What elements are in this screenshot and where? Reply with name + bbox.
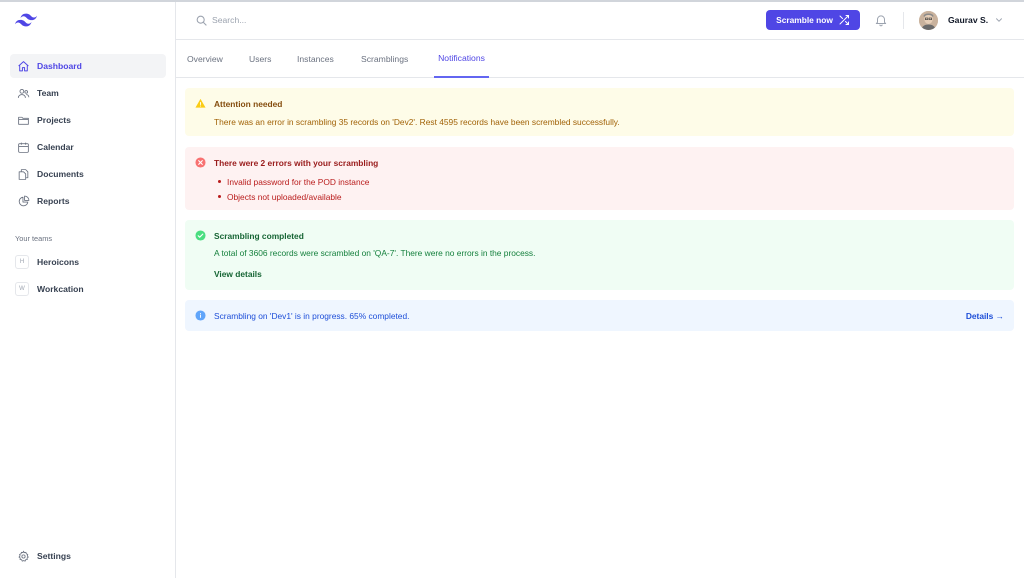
- info-alert-text: Scrambling on 'Dev1' is in progress. 65%…: [214, 311, 410, 321]
- sidebar-item-documents[interactable]: Documents: [10, 162, 166, 186]
- gear-icon: [16, 549, 30, 563]
- sidebar-item-label: Documents: [37, 169, 84, 179]
- header-divider: [903, 12, 904, 29]
- x-circle-icon: [195, 157, 206, 168]
- success-alert-title: Scrambling completed: [214, 231, 304, 241]
- scramble-now-button[interactable]: Scramble now: [766, 10, 860, 30]
- sidebar-item-reports[interactable]: Reports: [10, 189, 166, 213]
- avatar[interactable]: [919, 11, 938, 30]
- sidebar-item-label: Projects: [37, 115, 71, 125]
- teams-list: H Heroicons W Workcation: [10, 250, 166, 304]
- success-alert: Scrambling completed A total of 3606 rec…: [185, 220, 1014, 290]
- scramble-now-label: Scramble now: [776, 15, 833, 25]
- tab-scramblings[interactable]: Scramblings: [361, 40, 408, 78]
- sidebar-item-calendar[interactable]: Calendar: [10, 135, 166, 159]
- error-item-text: Invalid password for the POD instance: [227, 176, 370, 187]
- tailwind-logo[interactable]: [15, 11, 37, 29]
- teams-heading: Your teams: [15, 234, 53, 243]
- sidebar-item-dashboard[interactable]: Dashboard: [10, 54, 166, 78]
- tab-overview[interactable]: Overview: [187, 40, 223, 78]
- error-list: Invalid password for the POD instance Ob…: [214, 174, 369, 204]
- search-input[interactable]: [212, 11, 512, 29]
- team-label: Heroicons: [37, 257, 80, 267]
- tab-users[interactable]: Users: [249, 40, 271, 78]
- warning-icon: [195, 98, 206, 108]
- warning-alert-text: There was an error in scrambling 35 reco…: [214, 117, 620, 127]
- team-initial-badge: H: [15, 255, 29, 269]
- sidebar-item-label: Team: [37, 88, 59, 98]
- team-item-heroicons[interactable]: H Heroicons: [10, 250, 166, 274]
- sidebar-item-team[interactable]: Team: [10, 81, 166, 105]
- view-details-link[interactable]: View details: [214, 269, 262, 279]
- success-alert-text: A total of 3606 records were scrambled o…: [214, 248, 536, 258]
- chart-pie-icon: [16, 194, 30, 208]
- sidebar-item-projects[interactable]: Projects: [10, 108, 166, 132]
- user-name[interactable]: Gaurav S.: [948, 15, 988, 25]
- bullet-icon: [218, 195, 221, 198]
- bell-icon[interactable]: [874, 13, 888, 27]
- tab-bar: Overview Users Instances Scramblings Not…: [176, 40, 1024, 78]
- info-alert: Scrambling on 'Dev1' is in progress. 65%…: [185, 300, 1014, 331]
- sidebar-item-label: Dashboard: [37, 61, 82, 71]
- search-icon: [196, 15, 207, 26]
- error-alert-title: There were 2 errors with your scrambling: [214, 158, 379, 168]
- sidebar: Dashboard Team Projects Calendar Documen…: [0, 2, 176, 578]
- calendar-icon: [16, 140, 30, 154]
- error-item-text: Objects not uploaded/available: [227, 191, 342, 202]
- bullet-icon: [218, 180, 221, 183]
- users-icon: [16, 86, 30, 100]
- sidebar-nav: Dashboard Team Projects Calendar Documen…: [10, 54, 166, 216]
- sidebar-item-label: Reports: [37, 196, 70, 206]
- warning-alert-title: Attention needed: [214, 99, 283, 109]
- team-label: Workcation: [37, 284, 84, 294]
- settings-label: Settings: [37, 551, 71, 561]
- top-header: Scramble now Gaurav S.: [176, 2, 1024, 40]
- tab-notifications[interactable]: Notifications: [434, 40, 489, 78]
- list-item: Objects not uploaded/available: [214, 189, 369, 204]
- documents-icon: [16, 167, 30, 181]
- error-alert: There were 2 errors with your scrambling…: [185, 147, 1014, 210]
- folder-icon: [16, 113, 30, 127]
- sidebar-item-label: Calendar: [37, 142, 74, 152]
- team-item-workcation[interactable]: W Workcation: [10, 277, 166, 301]
- warning-alert: Attention needed There was an error in s…: [185, 88, 1014, 136]
- home-icon: [16, 59, 30, 73]
- team-initial-badge: W: [15, 282, 29, 296]
- shuffle-icon: [838, 14, 850, 26]
- details-link[interactable]: Details →: [966, 311, 1004, 321]
- info-icon: [195, 310, 206, 321]
- chevron-down-icon[interactable]: [994, 15, 1004, 25]
- tab-instances[interactable]: Instances: [297, 40, 334, 78]
- list-item: Invalid password for the POD instance: [214, 174, 369, 189]
- sidebar-item-settings[interactable]: Settings: [10, 544, 166, 568]
- check-circle-icon: [195, 230, 206, 241]
